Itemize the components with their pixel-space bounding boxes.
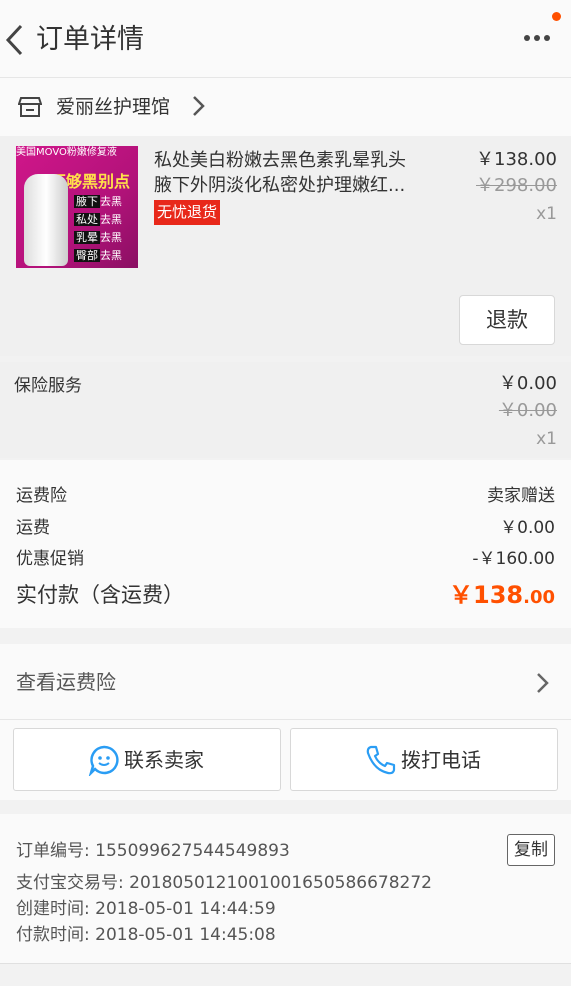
insurance-label: 保险服务: [14, 376, 82, 396]
call-button[interactable]: 拨打电话: [290, 728, 558, 791]
copy-button[interactable]: 复制: [507, 834, 555, 866]
thumbnail-tag: 乳晕 去黑: [74, 231, 122, 244]
action-bar: 联系卖家 拨打电话: [0, 720, 571, 800]
summary-row: 运费 ￥0.00: [16, 518, 555, 538]
summary-row: 优惠促销 -￥160.00: [16, 549, 555, 569]
product-item[interactable]: 美国MOVO粉嫩修复液 不够黑别点 腋下 去黑 私处 去黑 乳晕 去黑 臀部 去黑 私处…: [0, 136, 571, 356]
total-label: 实付款（含运费）: [16, 583, 184, 607]
call-label: 拨打电话: [401, 748, 481, 772]
created-time: 创建时间: 2018-05-01 14:44:59: [16, 899, 276, 919]
more-icon[interactable]: [522, 30, 552, 46]
product-title[interactable]: 私处美白粉嫩去黑色素乳晕乳头 腋下外阴淡化私密处护理嫩红...: [154, 148, 430, 198]
shop-name: 爱丽丝护理馆: [56, 96, 171, 118]
return-badge: 无忧退货: [154, 200, 221, 225]
alipay-trade-number: 支付宝交易号: 2018050121001001650586678272: [16, 873, 432, 893]
paid-time: 付款时间: 2018-05-01 14:45:08: [16, 925, 276, 945]
product-original-price: ￥298.00: [476, 175, 557, 196]
thumbnail-tag: 腋下 去黑: [74, 195, 122, 208]
chevron-right-icon: [537, 673, 549, 693]
chevron-left-icon[interactable]: [4, 22, 26, 58]
summary-row: 运费险 卖家赠送: [16, 486, 555, 506]
price-summary: 运费险 卖家赠送 运费 ￥0.00 优惠促销 -￥160.00 实付款（含运费）…: [0, 460, 571, 628]
product-price: ￥138.00: [476, 149, 557, 170]
refund-button[interactable]: 退款: [459, 295, 555, 345]
product-thumbnail[interactable]: 美国MOVO粉嫩修复液 不够黑别点 腋下 去黑 私处 去黑 乳晕 去黑 臀部 去黑: [16, 146, 138, 268]
phone-icon: [366, 745, 396, 775]
view-shipping-insurance[interactable]: 查看运费险: [0, 644, 571, 720]
thumbnail-tag: 私处 去黑: [74, 213, 122, 226]
contact-seller-label: 联系卖家: [124, 748, 204, 772]
chevron-right-icon: [193, 96, 205, 116]
insurance-price: ￥0.00: [498, 373, 557, 394]
shop-icon: [18, 97, 42, 117]
thumbnail-caption: 美国MOVO粉嫩修复液: [16, 147, 117, 158]
insurance-original-price: ￥0.00: [498, 400, 557, 421]
total-amount: ￥138.00: [449, 581, 555, 609]
chat-icon: [88, 745, 119, 776]
header: 订单详情: [0, 0, 571, 78]
order-number: 订单编号: 155099627544549893: [16, 841, 290, 861]
product-quantity: x1: [536, 204, 557, 224]
insurance-item: 保险服务 ￥0.00 ￥0.00 x1: [0, 362, 571, 458]
thumbnail-tag: 臀部 去黑: [74, 249, 122, 262]
order-info: 订单编号: 155099627544549893 复制 支付宝交易号: 2018…: [0, 814, 571, 964]
page-title: 订单详情: [36, 24, 144, 55]
total-row: 实付款（含运费） ￥138.00: [16, 578, 555, 612]
insurance-quantity: x1: [536, 429, 557, 449]
shop-row[interactable]: 爱丽丝护理馆: [0, 78, 571, 136]
product-bottle-image: [24, 174, 68, 266]
contact-seller-button[interactable]: 联系卖家: [13, 728, 281, 791]
notification-dot: [552, 12, 561, 21]
view-insurance-label: 查看运费险: [16, 670, 116, 694]
